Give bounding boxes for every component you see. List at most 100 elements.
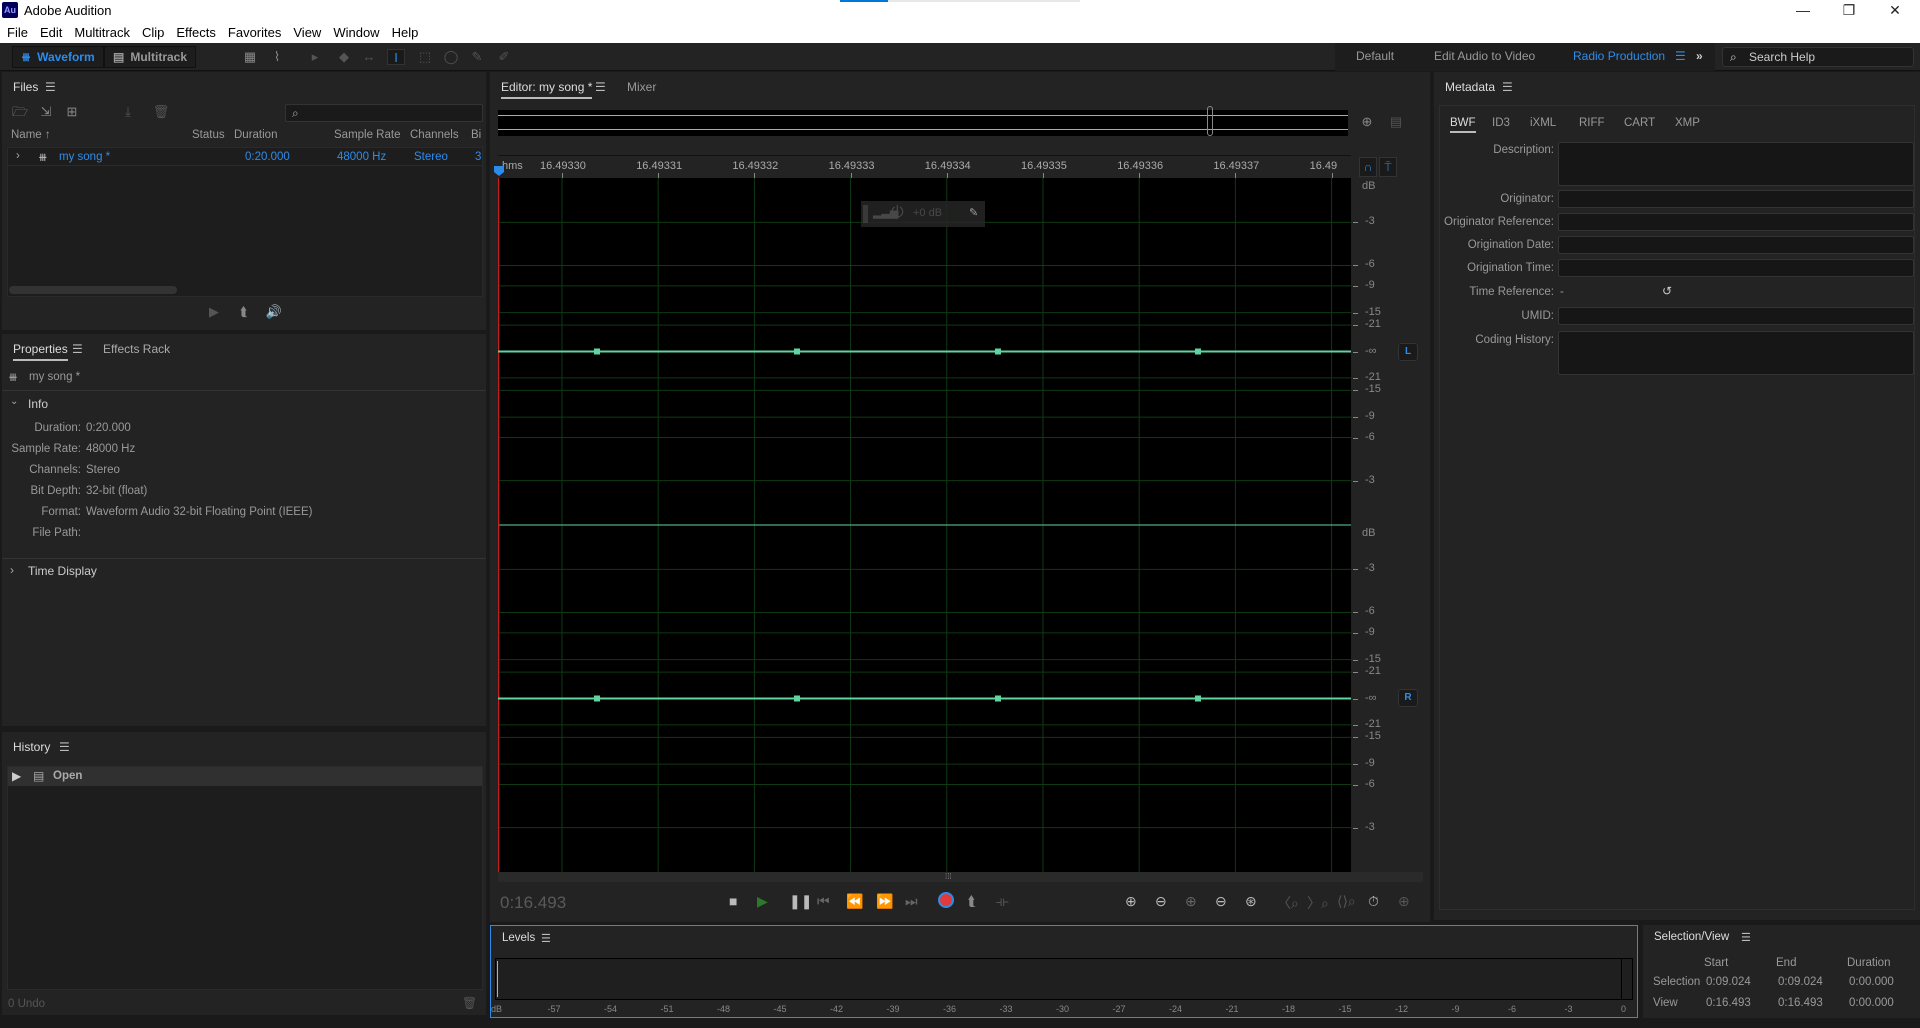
time-selection-tool-icon[interactable]: I [387,49,405,65]
selection-end[interactable]: 0:09.024 [1778,976,1823,988]
restore-button[interactable]: ❐ [1826,0,1872,21]
metadata-tab-riff[interactable]: RIFF [1579,117,1605,129]
workspace-menu-icon[interactable]: ☰ [1675,49,1686,63]
originator-field[interactable] [1558,190,1914,208]
properties-menu-icon[interactable]: ☰ [72,342,83,356]
metadata-tab-xmp[interactable]: XMP [1675,117,1700,129]
zoom-out-full-icon[interactable]: ⊛ [1245,893,1257,910]
spot-healing-icon[interactable]: ✐ [495,49,513,65]
menu-multitrack[interactable]: Multitrack [67,21,135,40]
loop-preview-icon[interactable]: ⮬ [235,304,253,320]
time-display-section-header[interactable]: Time Display [28,564,97,578]
time-display-expand-icon[interactable]: › [10,563,14,577]
sample-point[interactable] [594,348,600,355]
current-time[interactable]: 0:16.493 [500,893,566,913]
zoom-out-time-icon[interactable]: ⊖ [1215,893,1227,910]
hud-grip-icon[interactable] [863,205,868,223]
insert-into-multitrack-icon[interactable]: ⤓ [119,104,137,120]
overview-navigator[interactable] [498,106,1348,136]
workspace-edit-audio-to-video[interactable]: Edit Audio to Video [1434,49,1535,63]
menu-edit[interactable]: Edit [33,21,67,40]
tab-editor[interactable]: Editor: my song * [501,80,593,99]
menu-file[interactable]: File [0,21,33,40]
sample-point[interactable] [794,695,800,702]
menu-help[interactable]: Help [385,21,424,40]
sample-point[interactable] [794,348,800,355]
col-channels[interactable]: Channels [410,129,459,141]
gain-knob-icon[interactable]: ⏻ [891,204,904,222]
minimize-button[interactable]: — [1780,0,1826,21]
pin-hud-icon[interactable]: ✎ [969,206,978,219]
import-file-icon[interactable]: ⇲ [37,104,55,120]
auto-play-icon[interactable]: 🔊 [265,304,283,320]
reset-time-reference-icon[interactable]: ↺ [1662,284,1672,298]
previous-icon[interactable]: ⏮ [817,893,830,910]
scroll-grip-icon[interactable]: ⁞⁞⁞ [945,872,952,881]
move-tool-icon[interactable]: ▸ [306,49,324,65]
sample-point[interactable] [1195,695,1201,702]
history-menu-icon[interactable]: ☰ [59,740,70,754]
zoom-out-amplitude-icon[interactable]: ⊖ [1155,893,1167,910]
loop-playback-icon[interactable]: ⮬ [968,893,976,910]
col-bit[interactable]: Bi [471,129,481,141]
tab-mixer[interactable]: Mixer [627,80,656,94]
coding-history-field[interactable] [1558,331,1914,375]
next-icon[interactable]: ⏭ [905,893,918,910]
menu-effects[interactable]: Effects [169,21,221,40]
skip-selection-icon[interactable]: ⟛ [996,893,1009,910]
zoom-in-amplitude-icon[interactable]: ⊕ [1125,893,1137,910]
record-button[interactable] [938,892,954,908]
selection-start[interactable]: 0:09.024 [1706,976,1751,988]
clear-history-icon[interactable]: 🗑 [462,996,477,1010]
spectral-pitch-icon[interactable]: ⌇ [268,49,286,65]
hud-gain-control[interactable]: ▂▃▅ ⏻ +0 dB ✎ [861,201,985,227]
fast-forward-icon[interactable]: ⏩ [876,893,893,910]
search-help-input[interactable]: ⌕ Search Help [1722,47,1914,67]
brush-tool-icon[interactable]: ✎ [468,49,486,65]
view-start[interactable]: 0:16.493 [1706,997,1751,1009]
view-end[interactable]: 0:16.493 [1778,997,1823,1009]
marquee-tool-icon[interactable]: ⬚ [416,49,434,65]
files-search-input[interactable]: ⌕ [285,104,483,122]
file-row[interactable]: › ⧻ my song * 0:20.000 48000 Hz Stereo 3 [8,148,482,166]
lasso-tool-icon[interactable]: ◯ [442,49,460,65]
col-sample-rate[interactable]: Sample Rate [334,129,400,141]
sample-point[interactable] [594,695,600,702]
overview-view-handle[interactable] [1207,106,1213,136]
files-horizontal-scrollbar[interactable] [9,286,177,294]
skip-marker-icon[interactable]: ⍑ [1379,157,1397,177]
workspace-radio-production[interactable]: Radio Production [1573,49,1665,63]
clip-indicator[interactable] [1621,959,1633,999]
info-collapse-icon[interactable]: ⌄ [10,396,18,407]
slip-tool-icon[interactable]: ↔ [360,49,378,65]
selection-view-menu-icon[interactable]: ☰ [1741,931,1751,944]
channel-left-button[interactable]: L [1398,343,1418,361]
zoom-to-selection-icon[interactable]: ⟨⟩⌕ [1337,893,1356,910]
sample-point[interactable] [995,348,1001,355]
multitrack-mode-button[interactable]: ▤ Multitrack [104,46,196,68]
zoom-navigator-icon[interactable]: ⊕ [1358,114,1376,130]
tab-effects-rack[interactable]: Effects Rack [103,342,170,356]
origination-date-field[interactable] [1558,236,1914,254]
col-duration[interactable]: Duration [234,129,277,141]
trash-icon[interactable]: 🗑 [152,104,170,120]
spectral-frequency-icon[interactable]: ▦ [241,49,259,65]
zoom-in-selection-icon[interactable]: ⊕ [1398,893,1410,910]
col-name[interactable]: Name ↑ [11,129,51,141]
workspace-default[interactable]: Default [1356,49,1394,63]
close-button[interactable]: ✕ [1872,0,1918,21]
history-item[interactable]: ▶ ▤ Open [8,767,482,786]
play-icon[interactable]: ▶ [757,893,768,910]
menu-clip[interactable]: Clip [135,21,169,40]
menu-view[interactable]: View [286,21,326,40]
tab-properties[interactable]: Properties [13,342,68,361]
open-file-icon[interactable]: 🗁 [11,104,29,120]
metadata-tab-ixml[interactable]: iXML [1530,117,1556,129]
view-duration[interactable]: 0:00.000 [1849,997,1894,1009]
zoom-time-icon[interactable]: ⏱ [1368,893,1379,910]
zoom-in-time-icon[interactable]: ⊕ [1185,893,1197,910]
rewind-icon[interactable]: ⏪ [846,893,863,910]
zoom-to-in-point-icon[interactable]: 〈⌕ [1277,893,1299,913]
preview-play-icon[interactable]: ▶ [205,304,223,320]
origination-time-field[interactable] [1558,259,1914,277]
